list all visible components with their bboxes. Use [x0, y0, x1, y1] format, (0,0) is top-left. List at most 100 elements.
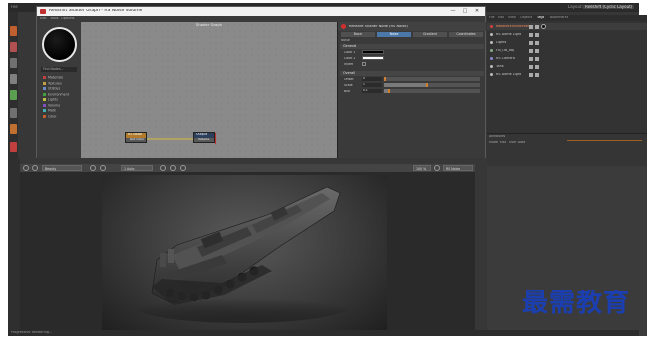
tool-redshift-icon[interactable] — [10, 142, 17, 152]
object-visibility-icon[interactable] — [529, 24, 533, 29]
sg-menu-edit[interactable]: Edit — [40, 17, 47, 21]
object-render-icon[interactable] — [535, 32, 539, 37]
overall-row-slider[interactable] — [384, 83, 480, 87]
render-start-icon[interactable] — [23, 165, 29, 171]
node-category-item[interactable]: Volume — [43, 103, 61, 108]
sg-menu-options[interactable]: Options — [61, 17, 75, 21]
tool-live-select-icon[interactable] — [10, 90, 17, 100]
node-category-item[interactable]: Color — [43, 114, 57, 119]
node-category-item[interactable]: Environment — [43, 92, 69, 97]
attribute-tab[interactable]: Gradient — [413, 32, 447, 37]
snapshot-icon[interactable] — [90, 165, 96, 171]
attr-menu-mode[interactable]: Mode — [489, 141, 498, 144]
object-visibility-icon[interactable] — [529, 48, 533, 53]
color1-label: Color 1 — [344, 51, 356, 54]
object-render-icon[interactable] — [535, 48, 539, 53]
lock-icon[interactable] — [160, 165, 166, 171]
object-render-icon[interactable] — [535, 56, 539, 61]
close-button[interactable]: ✕ — [471, 8, 483, 14]
general-section-header[interactable]: General — [340, 44, 484, 49]
output-volume-port[interactable]: Volume — [195, 138, 214, 143]
attr-menu-edit[interactable]: Edit — [500, 141, 506, 144]
node-category-label: Volume — [48, 103, 61, 107]
overall-row-label: Offset — [344, 78, 354, 81]
attribute-tab[interactable]: Noise — [377, 32, 411, 37]
settings-icon[interactable] — [100, 165, 106, 171]
file-menu[interactable]: File — [11, 5, 18, 9]
fit-icon[interactable] — [434, 165, 440, 171]
rs-noise-node[interactable]: RS Noise Out Color — [125, 132, 147, 143]
object-visibility-icon[interactable] — [529, 32, 533, 37]
overall-row-slider[interactable] — [384, 89, 480, 93]
node-category-item[interactable]: Lights — [43, 98, 58, 102]
om-menu-view[interactable]: View — [508, 16, 516, 19]
slider-knob[interactable] — [387, 89, 390, 93]
node-search-input[interactable]: Find Nodes... — [41, 67, 77, 72]
rs-noise-out-port[interactable]: Out Color — [127, 138, 146, 143]
object-row[interactable]: RS Dome Light — [487, 31, 647, 38]
om-menu-tags[interactable]: Tags — [537, 16, 544, 19]
slider-knob[interactable] — [426, 83, 429, 87]
crop-icon[interactable] — [180, 165, 186, 171]
display-dropdown[interactable]: RS Noise — [443, 165, 473, 171]
node-category-item[interactable]: Textures — [43, 81, 62, 86]
region-icon[interactable] — [170, 165, 176, 171]
aov-dropdown[interactable]: 1 Auto — [121, 165, 153, 171]
attribute-manager: Attributes Mode Edit User Data — [487, 133, 647, 166]
object-visibility-icon[interactable] — [529, 40, 533, 45]
object-visibility-icon[interactable] — [529, 56, 533, 61]
om-menu-objects[interactable]: Objects — [520, 16, 532, 19]
overall-row-value[interactable]: 1 — [362, 83, 382, 87]
output-node[interactable]: Output Volume — [193, 132, 216, 144]
object-visibility-icon[interactable] — [529, 72, 533, 77]
overall-section-header[interactable]: Overall — [340, 71, 484, 76]
object-row[interactable]: RS Dome Light — [487, 71, 647, 78]
object-render-icon[interactable] — [535, 40, 539, 45]
overall-row-slider[interactable] — [384, 77, 480, 81]
left-toolbar — [8, 12, 18, 159]
node-category-item[interactable]: Utilities — [43, 87, 60, 91]
shader-graph-canvas[interactable]: Shader Graph RS Noise Out Color Output V… — [81, 22, 337, 158]
om-menu-bookmarks[interactable]: Bookmarks — [550, 16, 568, 19]
object-row[interactable]: Tank — [487, 63, 647, 70]
object-render-icon[interactable] — [535, 72, 539, 77]
object-row[interactable]: Fill_OB_obj — [487, 47, 647, 54]
tool-render-icon[interactable] — [10, 124, 17, 134]
tool-move-icon[interactable] — [10, 42, 17, 52]
tool-scale-icon[interactable] — [10, 58, 17, 68]
object-row[interactable]: RS Camera — [487, 55, 647, 62]
attribute-tab[interactable]: Coordinates — [449, 32, 483, 37]
layout-dropdown[interactable]: Redshift (Cyclic Layout) — [583, 5, 635, 9]
tool-spline-icon[interactable] — [10, 108, 17, 118]
om-menu-file[interactable]: File — [489, 16, 495, 19]
object-row[interactable]: RedshiftEnvironment — [487, 23, 647, 30]
minimize-button[interactable]: — — [447, 8, 459, 14]
material-tag-icon[interactable] — [541, 24, 546, 29]
maximize-button[interactable]: □ — [459, 8, 471, 14]
node-category-color-icon — [43, 98, 46, 101]
invert-checkbox[interactable] — [362, 62, 366, 66]
slider-knob[interactable] — [384, 77, 386, 81]
sg-menu-tools[interactable]: Tools — [50, 17, 59, 21]
node-category-item[interactable]: Materials — [43, 76, 63, 80]
tool-rotate-icon[interactable] — [10, 74, 17, 84]
object-visibility-icon[interactable] — [529, 64, 533, 69]
attr-menu-user-data[interactable]: User Data — [509, 141, 525, 144]
attribute-sub-label: Noise — [341, 39, 350, 42]
overall-row-label: Scale — [344, 84, 353, 87]
render-image — [102, 175, 387, 335]
object-render-icon[interactable] — [535, 24, 539, 29]
om-menu-edit[interactable]: Edit — [498, 16, 504, 19]
object-row[interactable]: Lights — [487, 39, 647, 46]
color1-swatch[interactable] — [362, 50, 384, 54]
render-stop-icon[interactable] — [32, 165, 38, 171]
overall-row-value[interactable]: 0.1 — [362, 89, 382, 93]
view-dropdown[interactable]: Beauty — [42, 165, 82, 171]
zoom-field[interactable]: 100 % — [413, 165, 431, 171]
color2-swatch[interactable] — [362, 56, 384, 60]
tool-cube-icon[interactable] — [10, 26, 17, 36]
overall-row-value[interactable]: 0 — [362, 77, 382, 81]
attribute-tab[interactable]: Basic — [341, 32, 375, 37]
object-render-icon[interactable] — [535, 64, 539, 69]
node-category-item[interactable]: Math — [43, 109, 56, 113]
